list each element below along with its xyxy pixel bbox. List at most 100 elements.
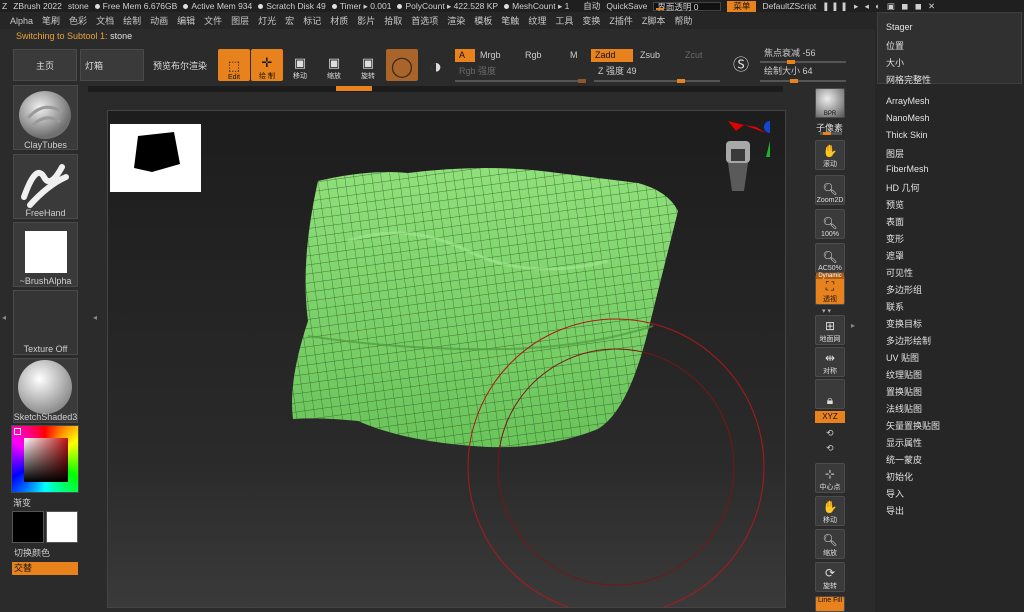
zadd-button[interactable]: Zadd: [591, 49, 633, 62]
menu-item[interactable]: 动画: [150, 14, 168, 27]
left-tray-arrow-icon[interactable]: ◂: [2, 313, 7, 323]
tool-subpalette-item[interactable]: Thick Skin: [886, 130, 928, 140]
rotate-z-icon[interactable]: ⟲: [826, 443, 834, 454]
rotate-y-icon[interactable]: ⟲: [826, 428, 834, 439]
secondary-color-swatch[interactable]: [46, 511, 78, 543]
menu-item[interactable]: Z脚本: [642, 14, 666, 27]
canvas-top-scroll[interactable]: [83, 86, 783, 92]
menu-item[interactable]: 模板: [474, 14, 492, 27]
floor-button[interactable]: ⊞ 地面网: [815, 315, 845, 345]
menu-item[interactable]: Alpha: [10, 16, 33, 26]
lazy-mouse-button[interactable]: Ⓢ: [728, 51, 754, 79]
menu-item[interactable]: 绘制: [123, 14, 141, 27]
tool-subpalette-item[interactable]: 置换贴图: [886, 385, 922, 398]
menu-item[interactable]: 文档: [96, 14, 114, 27]
tool-subpalette-item[interactable]: 表面: [886, 215, 904, 228]
view-zoom-button[interactable]: 🔍︎ 缩放: [815, 529, 845, 559]
tool-subpalette-item[interactable]: 导入: [886, 487, 904, 500]
zsub-button[interactable]: Zsub: [636, 49, 676, 62]
tool-subpalette-item[interactable]: 法线贴图: [886, 402, 922, 415]
draw-size-knob[interactable]: [790, 79, 798, 83]
tool-subpalette-item[interactable]: 变换目标: [886, 317, 922, 330]
tool-subpalette-item[interactable]: 显示属性: [886, 436, 922, 449]
tool-subpalette-item[interactable]: 联系: [886, 300, 904, 313]
viewport-canvas[interactable]: [107, 110, 786, 608]
move-button[interactable]: ▣ 移动: [284, 49, 316, 81]
subpixel-slider-knob[interactable]: [820, 132, 842, 135]
tool-subpalette-item[interactable]: 多边形组: [886, 283, 922, 296]
rotate-button[interactable]: ▣ 旋转: [352, 49, 384, 81]
z-intensity-slider[interactable]: Z 强度 49: [594, 65, 724, 78]
switch-color-button[interactable]: 切换颜色: [14, 546, 79, 559]
subpanel-item[interactable]: 位置: [886, 39, 904, 52]
menu-item[interactable]: 图层: [231, 14, 249, 27]
menu-item[interactable]: 变换: [582, 14, 600, 27]
menu-item[interactable]: 文件: [204, 14, 222, 27]
lock-button[interactable]: 🔒︎: [815, 379, 845, 409]
view-rotate-button[interactable]: ⟳ 旋转: [815, 562, 845, 592]
menu-item[interactable]: Z插件: [609, 14, 633, 27]
menu-item[interactable]: 材质: [330, 14, 348, 27]
tool-subpalette-item[interactable]: FiberMesh: [886, 164, 929, 174]
local-symmetry-button[interactable]: ⇹ 对称: [815, 347, 845, 377]
material-swatch[interactable]: ◯: [386, 49, 418, 81]
menu-item[interactable]: 帮助: [674, 14, 692, 27]
navigation-head-icon[interactable]: [714, 119, 770, 199]
menu-item[interactable]: 编辑: [177, 14, 195, 27]
tool-subpalette-item[interactable]: HD 几何: [886, 181, 920, 194]
menu-item[interactable]: 工具: [555, 14, 573, 27]
ui-opacity-slider[interactable]: 界面透明 0: [653, 1, 722, 11]
gradient-label[interactable]: 渐变: [13, 496, 78, 509]
tool-subpalette-item[interactable]: NanoMesh: [886, 113, 930, 123]
tool-subpalette-item[interactable]: 纹理贴图: [886, 368, 922, 381]
tool-subpalette-item[interactable]: 预览: [886, 198, 904, 211]
menu-item[interactable]: 拾取: [384, 14, 402, 27]
menu-item[interactable]: 灯光: [258, 14, 276, 27]
tool-subpalette-item[interactable]: 初始化: [886, 470, 913, 483]
tool-subpalette-item[interactable]: 遮罩: [886, 249, 904, 262]
color-picker[interactable]: [11, 425, 79, 493]
alternate-button[interactable]: 交替: [12, 562, 78, 575]
menu-item[interactable]: 影片: [357, 14, 375, 27]
menu-item[interactable]: 笔刷: [42, 14, 60, 27]
rgb-intensity-knob[interactable]: [578, 79, 586, 83]
scroll-button[interactable]: ✋ 滚动: [815, 140, 845, 170]
xyz-button[interactable]: XYZ: [815, 411, 845, 423]
zcut-button[interactable]: Zcut: [681, 49, 721, 62]
tool-subpalette-item[interactable]: 矢量置换贴图: [886, 419, 940, 432]
subpanel-item[interactable]: 网格完整性: [886, 73, 931, 86]
canvas-top-scroll-knob[interactable]: [336, 86, 372, 91]
menu-button[interactable]: 菜单: [727, 0, 757, 12]
menu-item[interactable]: 首选项: [411, 14, 438, 27]
quicksave-button[interactable]: QuickSave: [606, 1, 647, 11]
line-fill-button[interactable]: Line Fill: [815, 596, 845, 612]
focal-shift-slider[interactable]: 焦点衰减 -56: [760, 47, 860, 60]
focal-shift-knob[interactable]: [787, 60, 795, 64]
actual-size-button[interactable]: 🔍︎ 100%: [815, 209, 845, 239]
bool-preview-button[interactable]: 预览布尔渲染: [148, 49, 212, 81]
tool-subpalette-item[interactable]: 可见性: [886, 266, 913, 279]
perspective-button[interactable]: Dynamic ⛶ 透视: [815, 273, 845, 305]
tool-subpalette-item[interactable]: 多边形绘制: [886, 334, 931, 347]
rgb-intensity-slider[interactable]: Rgb 强度: [455, 65, 585, 78]
menu-item[interactable]: 标记: [303, 14, 321, 27]
rgb-button[interactable]: Rgb: [521, 49, 561, 62]
a-button[interactable]: A: [455, 49, 475, 62]
right-canvas-arrow-icon[interactable]: ▸: [851, 321, 856, 331]
lightbox-button[interactable]: 灯箱: [80, 49, 144, 81]
menu-item[interactable]: 色彩: [69, 14, 87, 27]
zoom2d-button[interactable]: 🔍︎ Zoom2D: [815, 175, 845, 205]
tool-subpalette-item[interactable]: 变形: [886, 232, 904, 245]
menu-item[interactable]: 宏: [285, 14, 294, 27]
subpanel-item[interactable]: 大小: [886, 56, 904, 69]
draw-button[interactable]: ✛ 绘 制: [251, 49, 283, 81]
sculptris-toggle[interactable]: ◑: [420, 49, 452, 81]
tool-subpalette-item[interactable]: UV 贴图: [886, 351, 919, 364]
window-controls-icon[interactable]: ❚❚❚ ▸ ◂ ◐ ▣ ◼ ◼ ✕: [822, 1, 937, 12]
view-move-button[interactable]: ✋ 移动: [815, 496, 845, 526]
color-picker-square[interactable]: [24, 438, 68, 482]
draw-size-slider[interactable]: 绘制大小 64: [760, 65, 860, 78]
half-size-button[interactable]: 🔍︎ AC50%: [815, 243, 845, 273]
menu-item[interactable]: 笔触: [501, 14, 519, 27]
z-intensity-knob[interactable]: [677, 79, 685, 83]
